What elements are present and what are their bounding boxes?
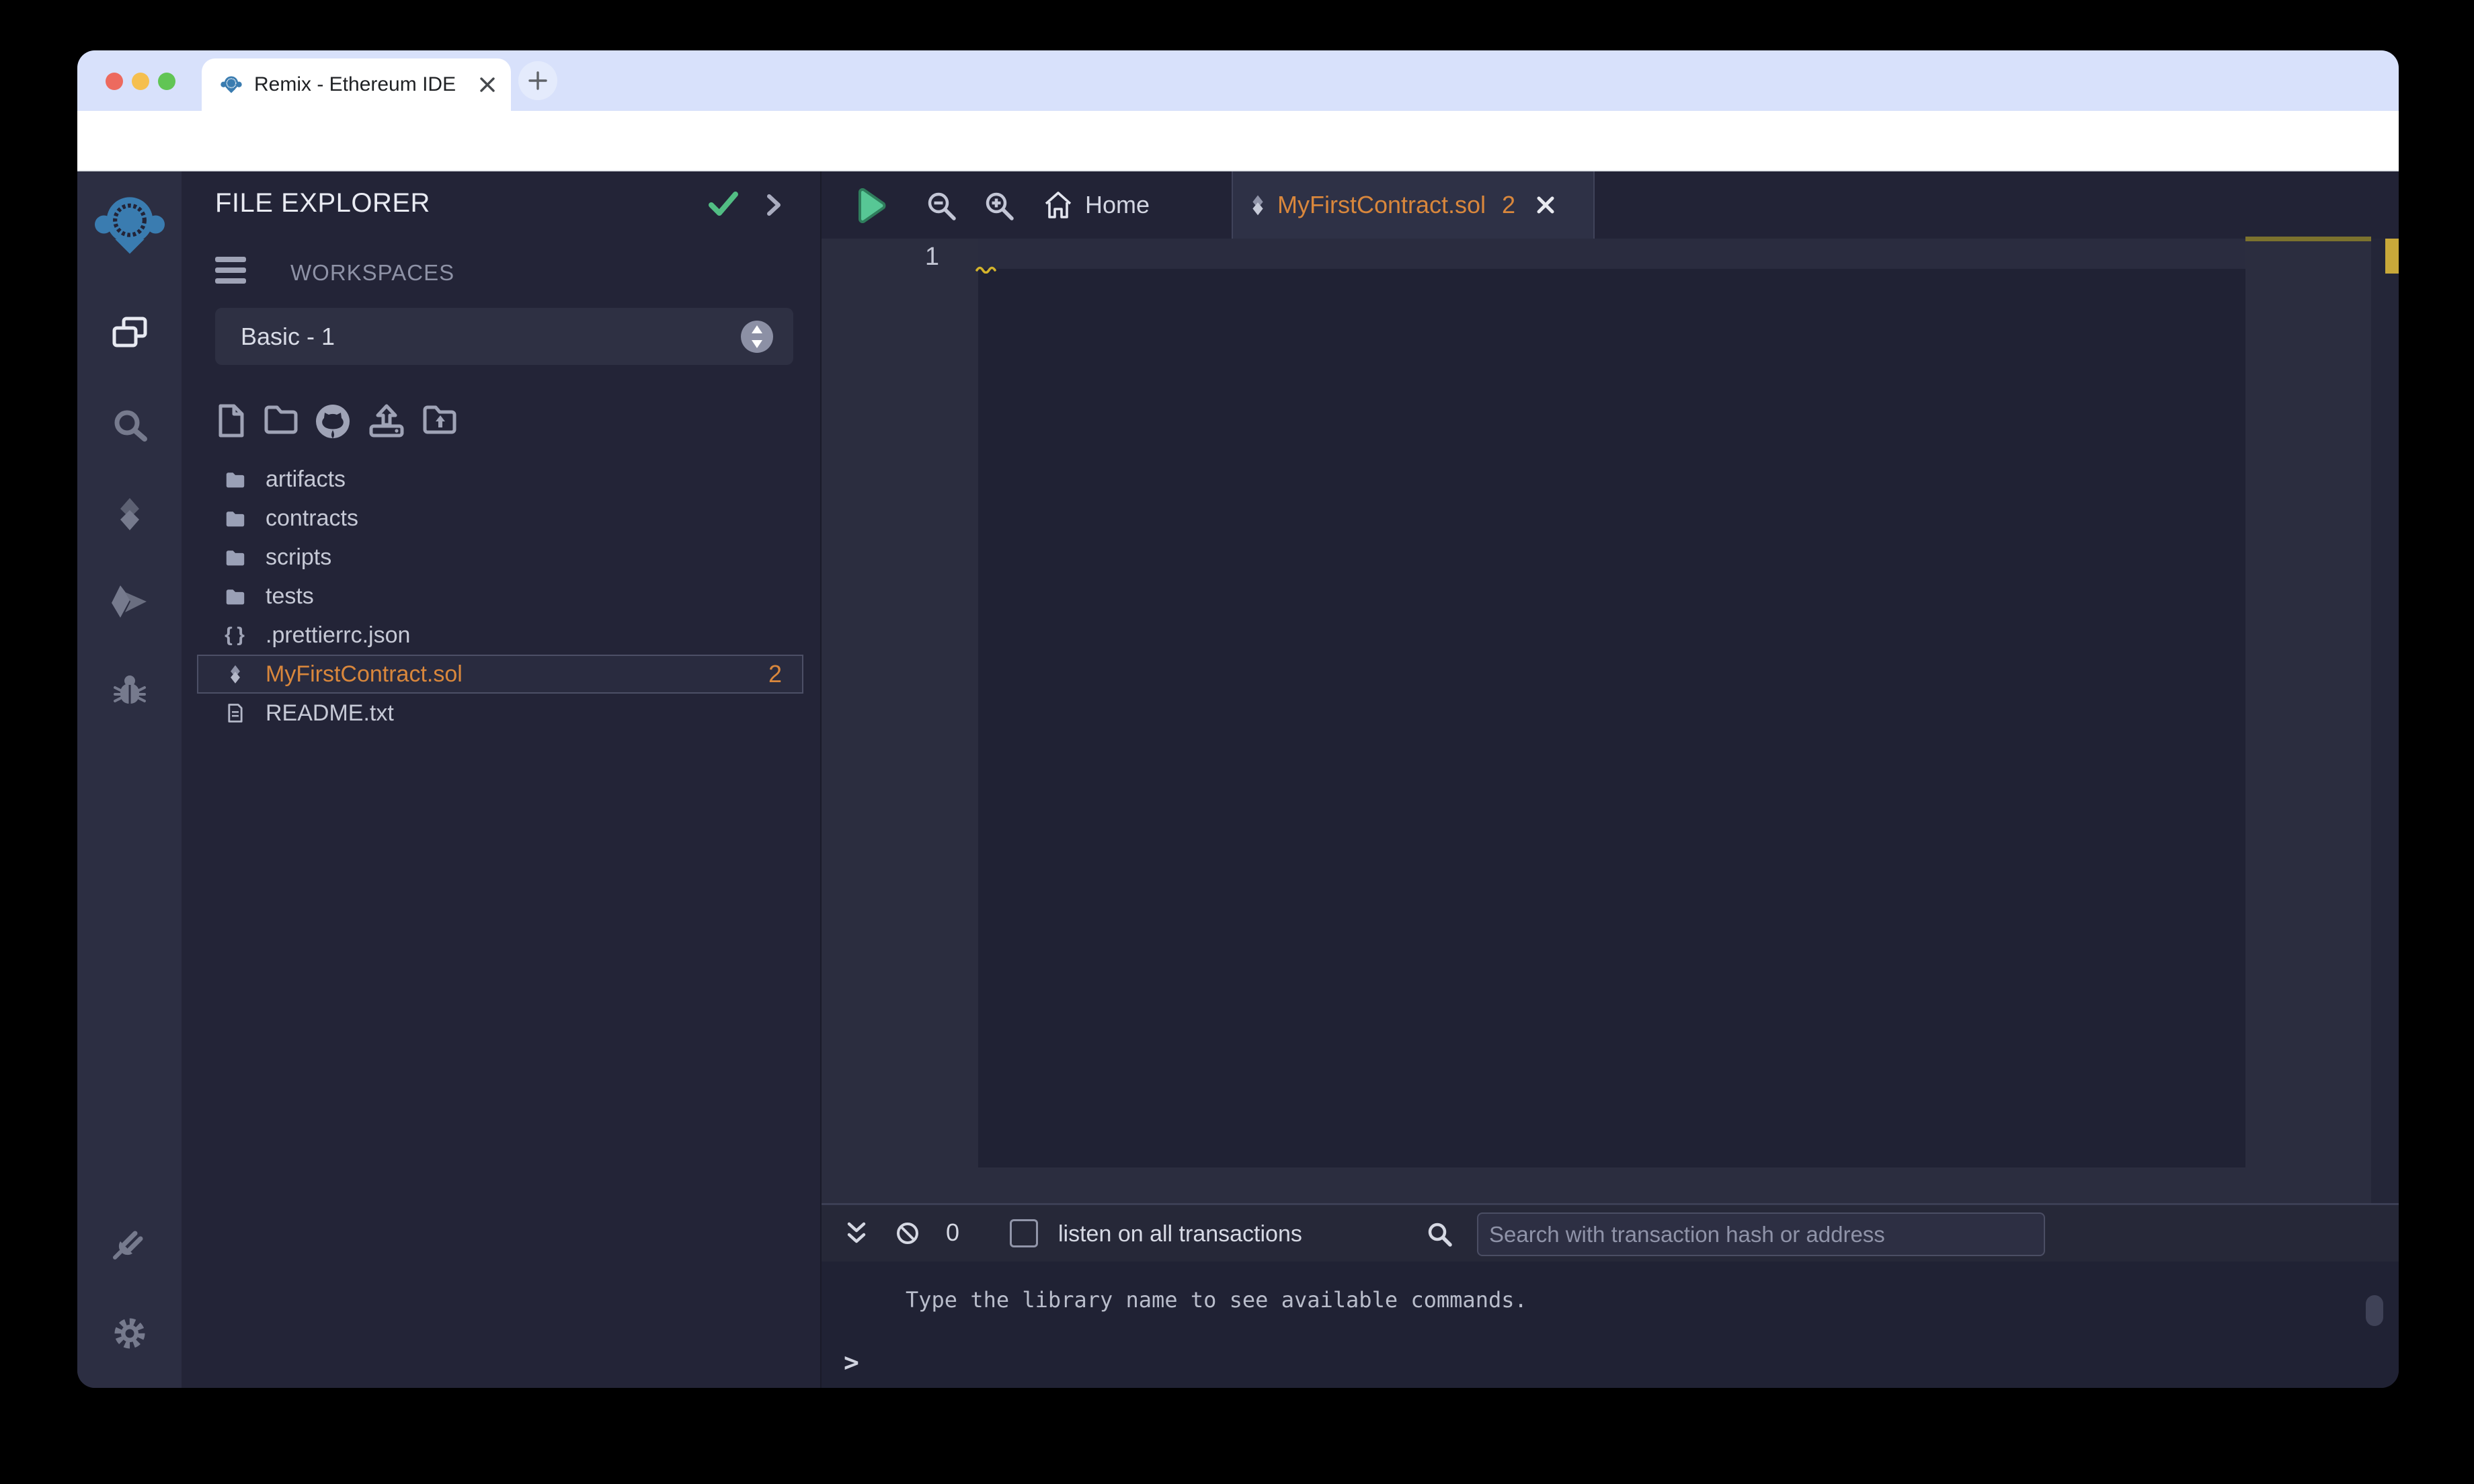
browser-toolbar: remix.ethereum.org/#lang=en&optimize=fal… — [77, 111, 2399, 227]
new-file-icon[interactable] — [216, 403, 245, 438]
minimize-window-button[interactable] — [132, 73, 149, 90]
new-tab-button[interactable] — [518, 61, 557, 100]
workspaces-label: WORKSPACES — [290, 260, 455, 285]
select-updown-icon — [741, 320, 773, 353]
file-explorer-panel: FILE EXPLORER WORKSPACES Basic - 1 artif… — [182, 171, 822, 1388]
tree-row-scripts[interactable]: scripts — [182, 538, 820, 577]
tree-row-artifacts[interactable]: artifacts — [182, 460, 820, 499]
remix-favicon — [221, 76, 242, 93]
tab-close-icon[interactable] — [1535, 195, 1556, 215]
chevron-right-icon[interactable] — [765, 193, 783, 217]
upload-file-icon[interactable] — [368, 403, 405, 438]
zoom-in-icon[interactable] — [982, 189, 1016, 222]
solidity-file-icon — [231, 665, 240, 684]
clear-console-icon[interactable] — [894, 1220, 921, 1247]
overview-warning-marker — [2385, 239, 2399, 274]
workspace-select[interactable]: Basic - 1 — [215, 308, 793, 365]
upload-folder-icon[interactable] — [422, 403, 458, 436]
folder-icon — [226, 511, 245, 527]
file-tree: artifacts contracts scripts tests { } .p… — [182, 460, 820, 733]
close-window-button[interactable] — [106, 73, 123, 90]
collapse-terminal-icon[interactable] — [844, 1220, 869, 1247]
run-script-icon[interactable] — [856, 188, 887, 223]
terminal-message: Type the library name to see available c… — [906, 1287, 1527, 1313]
home-icon — [1045, 192, 1072, 218]
workspaces-menu-icon[interactable] — [215, 256, 247, 284]
listen-checkbox[interactable] — [1010, 1219, 1038, 1247]
workspace-selected-value: Basic - 1 — [241, 322, 335, 350]
debugger-icon[interactable] — [111, 673, 149, 710]
deploy-run-icon[interactable] — [109, 583, 151, 622]
tree-row-tests[interactable]: tests — [182, 577, 820, 616]
warning-squiggle — [975, 266, 996, 274]
plus-icon — [528, 71, 547, 90]
browser-window: Remix - Ethereum IDE remix.ethereum.org/… — [77, 50, 2399, 1388]
browser-tab-remix[interactable]: Remix - Ethereum IDE — [202, 58, 511, 111]
file-actions-toolbar — [182, 403, 820, 444]
text-file-icon — [228, 704, 243, 723]
file-explorer-icon[interactable] — [110, 315, 149, 351]
maximize-window-button[interactable] — [158, 73, 175, 90]
solidity-compiler-icon[interactable] — [112, 495, 148, 533]
editor-toolbar: Home MyFirstContract.sol 2 — [822, 171, 2399, 239]
folder-icon — [226, 472, 245, 488]
tab-myfirstcontract[interactable]: MyFirstContract.sol 2 — [1232, 171, 1595, 239]
file-badge: 2 — [768, 660, 782, 688]
line-number: 1 — [924, 243, 939, 271]
new-folder-icon[interactable] — [264, 403, 298, 436]
listen-label[interactable]: listen on all transactions — [1058, 1221, 1302, 1247]
settings-gear-icon[interactable] — [110, 1314, 149, 1353]
terminal-toolbar: 0 listen on all transactions — [822, 1203, 2399, 1262]
tree-row-readme[interactable]: README.txt — [182, 694, 820, 733]
icon-sidebar — [77, 171, 182, 1388]
panel-title: FILE EXPLORER — [215, 188, 430, 218]
terminal-panel: 0 listen on all transactions Type the li… — [822, 1203, 2399, 1388]
search-icon[interactable] — [111, 407, 149, 444]
tree-row-prettierrc[interactable]: { } .prettierrc.json — [182, 616, 820, 655]
tab-badge: 2 — [1502, 191, 1516, 218]
json-file-icon: { } — [225, 624, 246, 646]
minimap-warning-mark — [2245, 237, 2371, 241]
terminal-prompt: > — [844, 1348, 859, 1377]
terminal-search-input[interactable] — [1477, 1212, 2045, 1256]
remix-logo[interactable] — [94, 194, 165, 257]
tree-row-contracts[interactable]: contracts — [182, 499, 820, 538]
editor-content[interactable] — [975, 239, 2245, 1167]
zoom-out-icon[interactable] — [924, 189, 958, 222]
browser-tabstrip: Remix - Ethereum IDE — [77, 50, 2399, 111]
terminal-output[interactable]: Type the library name to see available c… — [822, 1262, 2399, 1388]
tab-title: Remix - Ethereum IDE — [254, 73, 456, 95]
terminal-scrollbar-thumb[interactable] — [2366, 1295, 2383, 1326]
folder-icon — [226, 589, 245, 605]
code-editor[interactable]: 1 — [822, 237, 2399, 1203]
tab-close-icon[interactable] — [479, 76, 496, 93]
tab-home[interactable]: Home — [1043, 171, 1150, 239]
transaction-count: 0 — [946, 1219, 960, 1246]
plugin-manager-icon[interactable] — [111, 1224, 149, 1262]
terminal-search-icon — [1428, 1223, 1452, 1247]
overview-ruler[interactable] — [2371, 239, 2399, 1203]
remix-app: FILE EXPLORER WORKSPACES Basic - 1 artif… — [77, 171, 2399, 1388]
folder-icon — [226, 550, 245, 566]
tree-row-myfirstcontract-selected[interactable]: MyFirstContract.sol 2 — [197, 655, 803, 694]
github-clone-icon[interactable] — [315, 403, 351, 440]
current-line-highlight — [978, 239, 2245, 269]
solidity-file-icon — [1252, 195, 1263, 216]
accept-check-icon[interactable] — [708, 190, 739, 218]
